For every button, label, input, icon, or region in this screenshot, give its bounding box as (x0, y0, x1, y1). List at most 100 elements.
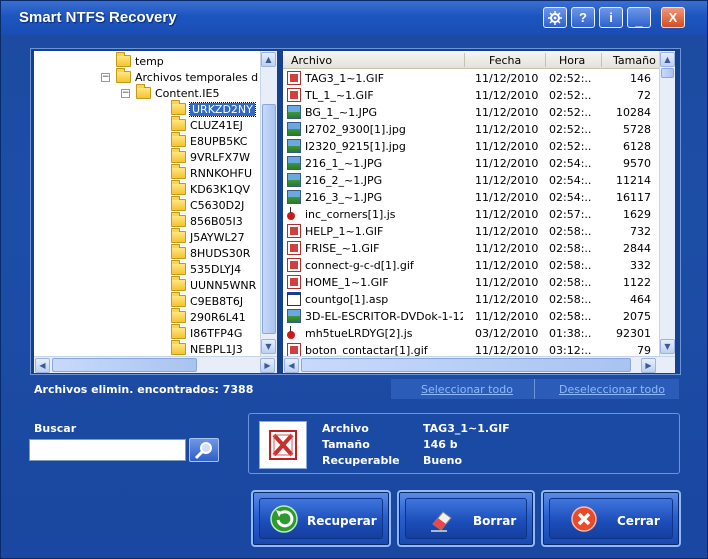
magnifier-icon (194, 442, 212, 460)
tree-item[interactable]: 290R6L41 (171, 308, 246, 325)
table-row[interactable]: TAG3_1~1.GIF 11/12/2010 02:52:.. 146 (283, 70, 659, 87)
scroll-right-icon[interactable]: ▶ (260, 358, 275, 373)
scroll-left-icon[interactable]: ◀ (35, 358, 50, 373)
jpg-file-icon (287, 190, 301, 204)
table-row[interactable]: I2702_9300[1].jpg 11/12/2010 02:52:.. 5728 (283, 121, 659, 138)
file-list[interactable]: Archivo Fecha Hora Tamaño TAG3_1~1.GIF 11… (283, 51, 675, 356)
scroll-down-icon[interactable]: ▼ (261, 339, 276, 354)
tree-item[interactable]: 8HUDS30R (171, 244, 251, 261)
column-header-archivo[interactable]: Archivo (291, 54, 332, 67)
table-row[interactable]: boton_contactar[1].gif 11/12/2010 03:12:..… (283, 342, 659, 356)
scroll-down-icon[interactable]: ▼ (660, 339, 675, 354)
cell-name: I2320_9215[1].jpg (305, 140, 406, 153)
tree-item[interactable]: CLUZ41EJ (171, 116, 243, 133)
tree-vertical-scrollbar[interactable]: ▲ ▼ (260, 51, 277, 356)
js-file-icon (287, 207, 301, 221)
minimize-button[interactable]: _ (627, 7, 651, 28)
cell-date: 11/12/2010 (475, 344, 539, 356)
tree-hscroll-thumb[interactable] (52, 358, 197, 372)
tree-item[interactable]: − Content.IE5 (121, 84, 220, 101)
folder-tree[interactable]: temp − Archivos temporales d − Content.IE5 UR… (34, 51, 277, 356)
tree-item[interactable]: 9VRLFX7W (171, 148, 251, 165)
title-bar[interactable]: Smart NTFS Recovery ? i _ X (1, 1, 707, 35)
table-row[interactable]: TL_1_~1.GIF 11/12/2010 02:52:.. 72 (283, 87, 659, 104)
tree-item[interactable]: C5630D2J (171, 196, 244, 213)
help-icon: ? (579, 10, 587, 25)
list-scroll-thumb[interactable] (661, 68, 674, 78)
tree-item-label: NEBPL1J3 (190, 342, 243, 356)
tree-item-label: Content.IE5 (155, 86, 220, 100)
cell-time: 02:58:.. (549, 310, 592, 323)
recover-button[interactable]: Recuperar (251, 490, 391, 547)
list-hscroll-thumb[interactable] (301, 358, 631, 372)
table-row[interactable]: 216_2_~1.JPG 11/12/2010 02:54:.. 11214 (283, 172, 659, 189)
tree-item-label: 9VRLFX7W (190, 150, 251, 164)
tree-item[interactable]: 856B05I3 (171, 212, 243, 229)
tree-item-label: URKZD2NY (189, 101, 256, 117)
close-window-button[interactable]: X (661, 7, 685, 28)
info-icon: i (609, 10, 613, 25)
cell-name: HELP_1~1.GIF (305, 225, 384, 238)
table-row[interactable]: HOME_1~1.GIF 11/12/2010 02:58:.. 1122 (283, 274, 659, 291)
tree-item[interactable]: RNNKOHFU (171, 164, 252, 181)
cell-time: 02:58:.. (549, 225, 592, 238)
table-row[interactable]: inc_corners[1].js 11/12/2010 02:57:.. 1629 (283, 206, 659, 223)
table-row[interactable]: 216_1_~1.JPG 11/12/2010 02:54:.. 9570 (283, 155, 659, 172)
cell-size: 2075 (623, 310, 651, 323)
info-button[interactable]: i (599, 7, 623, 28)
cell-date: 11/12/2010 (475, 225, 539, 238)
scroll-up-icon[interactable]: ▲ (261, 52, 276, 67)
scroll-right-icon[interactable]: ▶ (641, 358, 656, 373)
table-row[interactable]: HELP_1~1.GIF 11/12/2010 02:58:.. 732 (283, 223, 659, 240)
search-input[interactable] (29, 439, 186, 461)
scroll-left-icon[interactable]: ◀ (284, 358, 299, 373)
column-header-fecha[interactable]: Fecha (489, 54, 521, 67)
table-row[interactable]: mh5tueLRDYG[2].js 03/12/2010 01:38:.. 92301 (283, 325, 659, 342)
tree-item[interactable]: temp (116, 52, 164, 69)
cell-name: TL_1_~1.GIF (305, 89, 374, 102)
cell-name: HOME_1~1.GIF (305, 276, 389, 289)
table-row[interactable]: FRISE_~1.GIF 11/12/2010 02:58:.. 2844 (283, 240, 659, 257)
tree-item[interactable]: 535DLYJ4 (171, 260, 241, 277)
table-row[interactable]: BG_1_~1.JPG 11/12/2010 02:52:.. 10284 (283, 104, 659, 121)
column-header-tamano[interactable]: Tamaño (613, 54, 656, 67)
collapse-icon[interactable]: − (121, 88, 130, 98)
tree-item[interactable]: NEBPL1J3 (171, 340, 243, 356)
table-row[interactable]: 216_3_~1.JPG 11/12/2010 02:54:.. 16117 (283, 189, 659, 206)
tree-item[interactable]: KD63K1QV (171, 180, 250, 197)
tree-item[interactable]: UUNN5WNR (171, 276, 256, 293)
tree-item[interactable]: URKZD2NY (171, 100, 256, 117)
scroll-up-icon[interactable]: ▲ (660, 52, 675, 67)
column-header-hora[interactable]: Hora (559, 54, 585, 67)
tree-horizontal-scrollbar[interactable]: ◀ ▶ (34, 356, 277, 373)
tree-item[interactable]: J5AYWL27 (171, 228, 245, 245)
table-row[interactable]: connect-g-c-d[1].gif 11/12/2010 02:58:.. 33… (283, 257, 659, 274)
cell-date: 11/12/2010 (475, 191, 539, 204)
tree-scroll-thumb[interactable] (262, 104, 276, 334)
close-button[interactable]: Cerrar (541, 490, 681, 547)
tree-item[interactable]: − Archivos temporales d (101, 68, 258, 85)
cell-size: 146 (630, 72, 651, 85)
deselect-all-link[interactable]: Deseleccionar todo (559, 383, 665, 396)
table-row[interactable]: countgo[1].asp 11/12/2010 02:58:.. 464 (283, 291, 659, 308)
cell-name: inc_corners[1].js (305, 208, 396, 221)
tree-item[interactable]: E8UPB5KC (171, 132, 247, 149)
cell-time: 02:52:.. (549, 106, 592, 119)
tree-item[interactable]: C9EB8T6J (171, 292, 243, 309)
select-all-link[interactable]: Seleccionar todo (421, 383, 513, 396)
eraser-icon (431, 511, 452, 532)
list-vertical-scrollbar[interactable]: ▲ ▼ (659, 51, 675, 356)
search-button[interactable] (189, 438, 219, 462)
tree-item-label: I86TFP4G (190, 326, 243, 340)
folder-icon (171, 260, 186, 275)
table-row[interactable]: I2320_9215[1].jpg 11/12/2010 02:52:.. 6128 (283, 138, 659, 155)
help-button[interactable]: ? (571, 7, 595, 28)
tree-item[interactable]: I86TFP4G (171, 324, 243, 341)
settings-button[interactable] (543, 7, 567, 28)
tree-item-label: 8HUDS30R (190, 246, 251, 260)
gif-file-icon (287, 88, 301, 102)
collapse-icon[interactable]: − (101, 72, 110, 82)
delete-button[interactable]: Borrar (397, 490, 535, 547)
table-row[interactable]: 3D-EL-ESCRITOR-DVDok-1-12... 11/12/2010 02… (283, 308, 659, 325)
list-horizontal-scrollbar[interactable]: ◀ ▶ (283, 356, 675, 373)
